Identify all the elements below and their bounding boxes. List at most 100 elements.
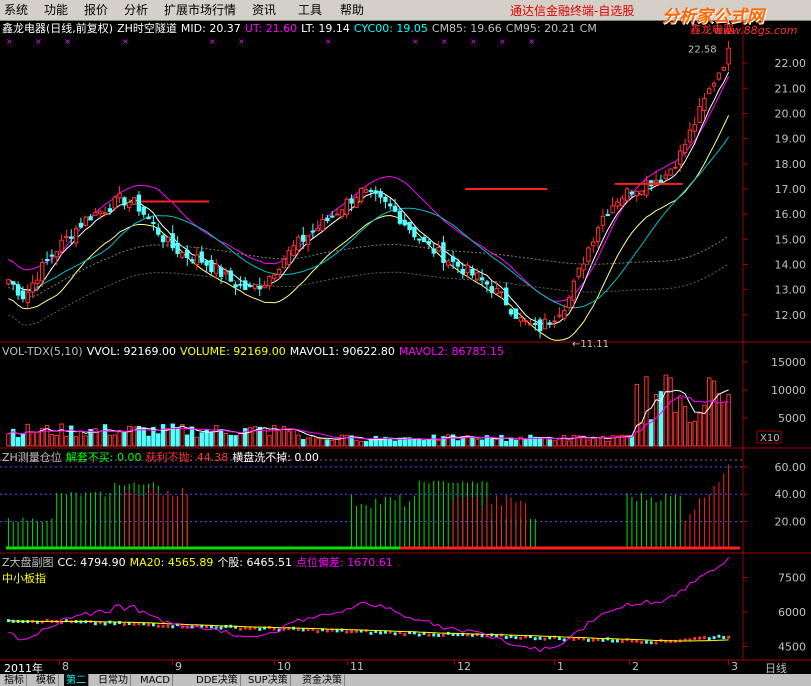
volume-bar [716,393,722,447]
indicator-tab-1[interactable]: 模板 [34,674,59,686]
volume-bar [49,434,55,447]
position-tick-label: 60.00 [775,461,807,474]
indicator-tab-3[interactable]: 日常功 [96,674,131,686]
price-candle [185,249,190,258]
index-candle [156,624,160,628]
price-candle [151,221,156,224]
price-candle [426,241,432,245]
date-label-8: 3 [731,660,738,673]
main-value-3: CYC00: 19.05 [353,22,428,35]
volume-bar [470,436,475,447]
price-candle [687,129,693,143]
index-candle [601,638,605,642]
volume-bar [54,435,59,447]
price-candle [479,277,485,280]
volume-bar [334,438,340,447]
volume-bar [325,439,330,447]
volume-bar [315,438,320,447]
price-candle [238,283,243,286]
volume-unit-label: X10 [760,433,780,444]
price-candle [707,88,712,95]
index-candle [620,639,624,643]
board-value-4: 点位偏差: 1670.61 [296,556,393,569]
volume-bar [562,435,567,447]
date-tick [728,660,729,665]
price-candle [639,190,644,195]
price-candle [44,259,50,262]
indicator-tab-2[interactable]: 第二 [64,674,89,686]
signal-marker: × [412,37,419,46]
price-candle [455,261,461,267]
main-value-4: CM85: 19.66 [431,22,502,35]
price-candle [349,198,354,204]
index-candle [693,637,697,641]
price-candle [470,268,475,276]
price-tick-label: 13.00 [775,284,807,297]
volume-bar [542,436,548,447]
main-value-6: CM [579,22,597,35]
price-candle [122,197,127,206]
signal-marker: × [441,37,448,46]
price-candle [634,190,639,197]
index-candle [615,639,619,643]
price-candle [547,322,552,325]
volume-bar [591,438,596,447]
price-candle [441,242,446,263]
volume-bar [15,437,21,447]
index-candle [533,637,537,641]
volume-bar [373,435,378,447]
indicator-tab-4[interactable]: MACD [138,674,173,686]
high-price-label: 22.58 [688,45,717,56]
price-candle [141,206,146,215]
price-candle [180,252,185,259]
price-candle [325,217,330,222]
signal-marker: × [499,37,506,46]
volume-bar [687,422,693,447]
price-candle [30,282,35,293]
mavol1-line [8,389,729,441]
index-candle [325,629,329,633]
price-candle [499,291,504,294]
indicator-tab-7[interactable]: 资金决策 [300,674,345,686]
price-candle [214,263,219,274]
indicator-tab-0[interactable]: 指标 [2,674,27,686]
volume-bar [330,439,335,447]
price-candle [668,168,673,176]
volume-tick-label: 15000 [771,356,806,369]
volume-bar [571,434,577,447]
index-candle [345,630,349,634]
price-candle [112,196,117,209]
index-candle [702,636,706,640]
volume-bar [634,383,639,447]
price-candle [218,267,224,277]
board-value-3: 个股: 6465.51 [217,556,293,569]
index-candle [543,637,547,641]
volume-bar [64,435,69,447]
date-label-3: 10 [277,660,291,673]
volume-bar [605,440,610,447]
price-candle [465,264,470,274]
volume-bar [489,438,494,447]
price-candle [397,210,403,224]
main-value-0: MID: 20.37 [180,22,241,35]
mavol2-line [8,394,729,440]
volume-bar [25,423,30,447]
position-tick-label: 40.00 [775,488,807,501]
index-candle [403,633,407,637]
cm95-line [8,263,729,326]
chart-area[interactable]: 22.00 21.00 20.00 19.00 18.00 17.00 16.00 15.00… [0,0,811,686]
price-candle [344,198,349,215]
volume-bar [141,427,146,447]
vol-value-1: VVOL: 92169.00 [86,345,177,358]
price-candle [450,256,456,262]
indicator-tab-6[interactable]: SUP决策 [246,674,291,686]
volume-bar [595,436,601,447]
price-candle [363,189,369,193]
volume-bar [267,435,272,447]
indicator-tab-5[interactable]: DDE决策 [194,674,241,686]
price-tick-label: 22.00 [775,57,807,70]
volume-bar [668,377,673,447]
volume-bar [455,440,461,447]
price-candle [412,226,417,238]
index-candle [219,626,223,630]
